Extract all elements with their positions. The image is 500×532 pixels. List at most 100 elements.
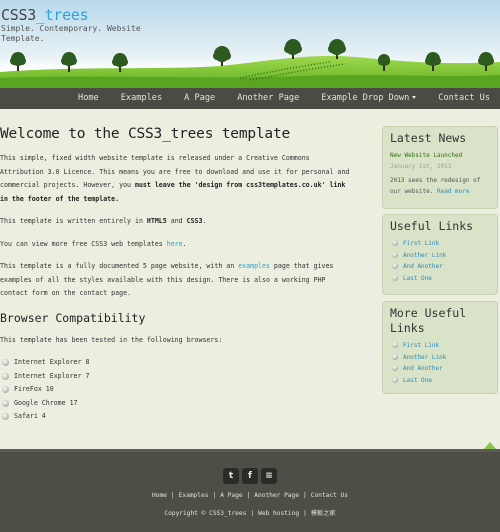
read-more-link[interactable]: Read more	[437, 188, 470, 195]
sidebar-link[interactable]: Another Link	[403, 354, 446, 361]
here-link[interactable]: here	[167, 240, 183, 248]
period-text: .	[202, 217, 207, 225]
site-slogan: Simple. Contemporary. Website Template.	[1, 24, 141, 43]
tech-paragraph: This template is written entirely in HTM…	[0, 215, 355, 229]
list-item: Last One	[390, 273, 490, 285]
list-item: Google Chrome 17	[0, 397, 355, 411]
separator: |	[250, 510, 255, 517]
menu-item-example-drop-down[interactable]: Example Drop Down	[321, 88, 417, 109]
browser-name: Google Chrome 17	[14, 398, 78, 407]
bullet-icon	[2, 386, 9, 393]
social-icons: t f ≡	[0, 468, 500, 484]
bullet-icon	[2, 372, 9, 380]
sidebar-link[interactable]: Last One	[403, 275, 432, 282]
browser-name: FireFox 10	[14, 385, 54, 393]
sidebar-link[interactable]: First Link	[403, 240, 439, 247]
menu-item-a-page[interactable]: A Page	[184, 88, 215, 109]
bullet-icon	[392, 376, 398, 383]
bullet-icon	[392, 353, 398, 360]
bullet-icon	[2, 359, 9, 366]
browser-list: Internet Explorer 8 Internet Explorer 7 …	[0, 356, 355, 424]
browser-name: Safari 4	[14, 412, 46, 420]
separator: |	[303, 510, 307, 517]
tech-text: This template is written entirely in	[0, 217, 147, 225]
separator: |	[212, 492, 217, 499]
menu-item-label: Examples	[120, 93, 163, 103]
list-item: And Another	[390, 363, 490, 375]
more-useful-links-list: First Link Another Link And Another Last…	[390, 340, 490, 386]
footer-link-another-page[interactable]: Another Page	[254, 492, 299, 499]
sidebar-link[interactable]: Another Link	[403, 252, 446, 259]
facebook-icon[interactable]: f	[242, 468, 258, 484]
logo-highlight-text: _trees	[35, 6, 89, 24]
site-logo[interactable]: CSS3_trees	[1, 6, 89, 24]
rss-icon[interactable]: ≡	[261, 468, 277, 484]
list-item: Internet Explorer 8	[0, 356, 355, 370]
bullet-icon	[392, 274, 398, 281]
list-item: First Link	[390, 238, 490, 250]
useful-links-box: Useful Links First Link Another Link And…	[382, 214, 498, 295]
copyright-text: Copyright © CSS3_trees	[164, 510, 247, 517]
more-templates-paragraph: You can view more free CSS3 web template…	[0, 238, 355, 252]
list-item: Another Link	[390, 352, 490, 364]
useful-links-list: First Link Another Link And Another Last…	[390, 238, 490, 284]
period-text: .	[182, 239, 187, 248]
bullet-icon	[392, 263, 398, 269]
template-home-link[interactable]: 模板之家	[311, 510, 336, 517]
menu-item-examples[interactable]: Examples	[121, 88, 162, 109]
footer-link-home[interactable]: Home	[152, 492, 167, 499]
sidebar-link[interactable]: And Another	[403, 263, 443, 270]
news-body: 2013 sees the redesign of our website. R…	[390, 175, 490, 197]
footer-link-a-page[interactable]: A Page	[220, 492, 242, 499]
bullet-icon	[392, 251, 398, 258]
intro-paragraph: This simple, fixed width website templat…	[0, 152, 355, 206]
scroll-top-arrow-icon[interactable]	[484, 442, 496, 449]
menu-item-label: Example Drop Down	[321, 93, 410, 103]
more-useful-links-title: More Useful Links	[390, 306, 467, 335]
web-hosting-link[interactable]: Web hosting	[258, 510, 299, 517]
sidebar-link[interactable]: First Link	[403, 342, 439, 349]
twitter-icon[interactable]: t	[223, 468, 239, 484]
bullet-icon	[392, 342, 398, 348]
footer-link-contact-us[interactable]: Contact Us	[311, 492, 348, 499]
list-item: FireFox 10	[0, 383, 355, 397]
list-item: Last One	[390, 375, 490, 387]
bullet-icon	[2, 399, 9, 407]
footer-link-examples[interactable]: Examples	[179, 492, 209, 499]
bullet-icon	[392, 240, 398, 246]
html5-label: HTML5	[146, 217, 167, 225]
menu-item-label: Another Page	[237, 93, 300, 103]
menu-item-home[interactable]: Home	[78, 88, 99, 109]
bullet-icon	[392, 365, 398, 371]
list-item: Safari 4	[0, 410, 355, 424]
documented-paragraph: This template is a fully documented 5 pa…	[0, 260, 355, 301]
sidebar-link[interactable]: And Another	[403, 365, 443, 372]
footer-navigation: Home | Examples | A Page | Another Page | Contac…	[0, 492, 500, 499]
caret-down-icon	[412, 96, 417, 99]
menu-item-label: A Page	[184, 93, 216, 103]
list-item: Another Link	[390, 250, 490, 262]
more-templates-text: You can view more free CSS3 web template…	[0, 239, 167, 248]
list-item: And Another	[390, 261, 490, 273]
page-title: Welcome to the CSS3_trees template	[0, 126, 291, 142]
documented-text: This template is a fully documented 5 pa…	[0, 262, 239, 270]
useful-links-title: Useful Links	[390, 219, 474, 233]
menu-item-another-page[interactable]: Another Page	[237, 88, 299, 109]
latest-news-title: Latest News	[390, 131, 467, 145]
list-item: First Link	[390, 340, 490, 352]
site-header: CSS3_trees Simple. Contemporary. Website…	[0, 0, 500, 88]
section-title: Browser Compatibility	[0, 310, 146, 325]
and-text: and	[166, 217, 187, 225]
examples-link[interactable]: examples	[238, 262, 270, 270]
copyright: Copyright © CSS3_trees | Web hosting | 模板之家	[0, 508, 500, 517]
menu-item-label: Home	[78, 93, 99, 103]
latest-news-box: Latest News New Website Launched January…	[382, 126, 498, 209]
main-content: Welcome to the CSS3_trees template This …	[0, 124, 355, 424]
menu-item-label: Contact Us	[438, 93, 490, 103]
menu-item-contact-us[interactable]: Contact Us	[438, 88, 490, 109]
separator: |	[246, 492, 251, 499]
main-navigation: Home Examples A Page Another Page Exampl…	[0, 88, 500, 109]
news-date: January 1st, 2013	[390, 163, 452, 170]
sidebar-link[interactable]: Last One	[403, 377, 432, 384]
logo-main-text: CSS3	[1, 6, 36, 24]
